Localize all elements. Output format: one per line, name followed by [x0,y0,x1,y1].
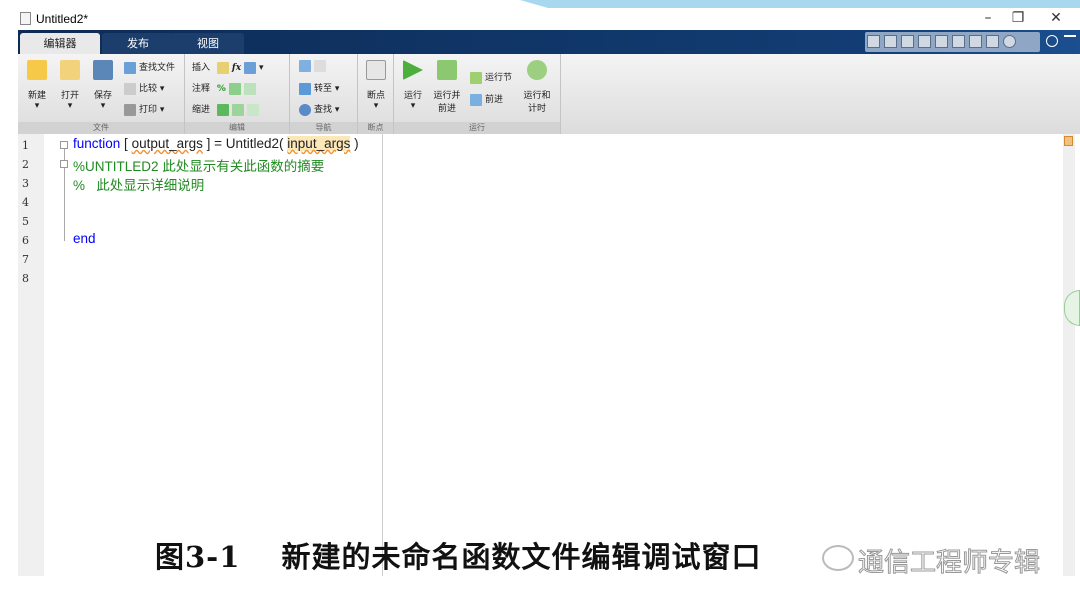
figure-caption: 图3-1 新建的未命名函数文件编辑调试窗口 [155,540,762,574]
tab-editor[interactable]: 编辑器 [20,33,100,54]
find-files-icon [124,61,136,74]
open-button[interactable]: 打开 ▾ [55,60,85,111]
help-icon[interactable] [1003,35,1016,48]
line-number: 1 [22,139,29,152]
line-number: 6 [22,234,29,247]
right-margin-line [382,134,383,576]
dropdown-icon[interactable] [1046,35,1058,47]
save-button[interactable]: 保存 ▾ [88,60,118,111]
group-navigate: 转至 ▾ 查找 ▾ 导航 [290,54,358,134]
redo-icon[interactable] [969,35,982,48]
code-line-6: end [73,231,96,246]
group-label-edit: 编辑 [185,122,289,134]
goto-icon [299,82,311,95]
comment-icon: % [216,84,226,94]
forward-icon [314,60,326,72]
cut-icon[interactable] [901,35,914,48]
close-button[interactable]: ✕ [1046,10,1066,26]
group-run: 运行 ▾ 运行并 前进 运行节 前进 运行和 计时 运行 [394,54,561,134]
run-advance-icon [437,60,457,80]
fold-line [64,168,65,241]
line-number: 4 [22,196,29,209]
save-icon [93,60,113,80]
line-number: 7 [22,253,29,266]
code-editor[interactable]: 1 2 3 4 5 6 7 8 function [ output_args ]… [18,134,1063,576]
save-icon[interactable] [884,35,897,48]
line-number: 5 [22,215,29,228]
wechat-icon [822,545,854,571]
group-breakpoints: 断点 ▾ 断点 [358,54,394,134]
print-button[interactable]: 打印 ▾ [124,102,164,116]
document-icon [20,12,31,25]
minimize-button[interactable]: – [978,10,998,26]
line-number: 2 [22,158,29,171]
run-section-icon [470,71,482,84]
run-button[interactable]: 运行 ▾ [398,60,428,111]
line-number: 8 [22,272,29,285]
compare-icon [124,82,136,95]
quick-access-toolbar [865,32,1040,52]
background-decoration [520,0,1080,8]
group-label-navigate: 导航 [290,122,357,134]
scroll-marker [1064,136,1073,146]
group-label-breakpoints: 断点 [358,122,393,134]
breakpoint-icon [366,60,386,80]
code-line-2: %UNTITLED2 此处显示有关此函数的摘要 [73,159,325,174]
group-edit: 插入 fx ▾ 注释 % 缩进 编辑 [185,54,290,134]
fx-icon: fx [231,63,242,73]
undo-icon[interactable] [952,35,965,48]
goto-button[interactable]: 转至 ▾ [299,81,339,95]
group-label-file: 文件 [18,122,184,134]
comment-button[interactable]: 注释 % [192,81,259,95]
line-number: 3 [22,177,29,190]
back-icon [299,60,311,72]
watermark: 通信工程师专辑 [857,548,1041,579]
restore-button[interactable]: ❐ [1008,10,1028,26]
compare-button[interactable]: 比较 ▾ [124,81,164,95]
advance-button[interactable]: 前进 [470,92,503,106]
code-line-1: function [ output_args ] = Untitled2( in… [73,136,359,151]
new-icon[interactable] [867,35,880,48]
fold-line [64,149,65,160]
copy-icon[interactable] [918,35,931,48]
collapse-ribbon-icon[interactable] [1064,35,1076,47]
new-button[interactable]: 新建 ▾ [22,60,52,111]
code-line-3: % 此处显示详细说明 [73,178,205,193]
tab-bar: 编辑器 发布 视图 [18,30,1080,54]
find-button[interactable]: 查找 ▾ [299,102,339,116]
breakpoints-button[interactable]: 断点 ▾ [361,60,391,111]
insert-button[interactable]: 插入 fx ▾ [192,60,264,74]
search-icon [299,103,311,116]
run-advance-button[interactable]: 运行并 前进 [432,60,462,114]
folder-icon [60,60,80,80]
ribbon: 新建 ▾ 打开 ▾ 保存 ▾ 查找文件 比较 ▾ 打印 ▾ 文件 插入 fx ▾ 注释… [18,54,1080,134]
stopwatch-icon [527,60,547,80]
group-label-run: 运行 [394,122,560,134]
printer-icon [124,103,136,116]
run-section-button[interactable]: 运行节 [470,70,512,84]
tab-view[interactable]: 视图 [172,33,244,54]
plus-icon [27,60,47,80]
fold-toggle[interactable] [60,160,68,168]
indent-button[interactable]: 缩进 [192,102,262,116]
advance-icon [470,93,482,106]
title-bar: Untitled2* – ❐ ✕ [18,8,1080,30]
fold-toggle[interactable] [60,141,68,149]
paste-icon[interactable] [935,35,948,48]
play-icon [403,60,423,80]
find-files-button[interactable]: 查找文件 [124,60,175,74]
run-and-time-button[interactable]: 运行和 计时 [522,60,552,114]
vertical-scrollbar[interactable] [1063,134,1075,576]
window-icon[interactable] [986,35,999,48]
window-title: Untitled2* [36,12,89,26]
tab-publish[interactable]: 发布 [102,33,174,54]
back-forward-buttons[interactable] [299,60,329,72]
group-file: 新建 ▾ 打开 ▾ 保存 ▾ 查找文件 比较 ▾ 打印 ▾ 文件 [18,54,185,134]
